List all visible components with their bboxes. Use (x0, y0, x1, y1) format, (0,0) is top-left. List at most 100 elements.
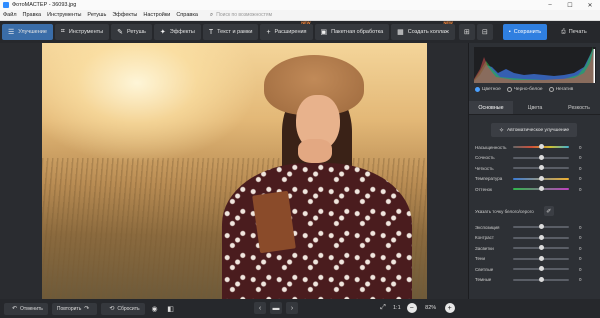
plus-icon: + (447, 304, 452, 312)
slider-row: Насыщенность 0 (475, 143, 597, 151)
slider-handle[interactable] (538, 186, 544, 191)
minus-icon: − (409, 304, 414, 312)
zoom-controls: ⤢ 1:1 − 82% + (377, 302, 461, 314)
slider-track[interactable] (513, 276, 569, 282)
slider-track[interactable] (513, 245, 569, 250)
zoom-in-button[interactable]: + (444, 303, 455, 313)
next-image-button[interactable]: › (286, 302, 298, 314)
actual-size-button[interactable]: 1:1 (393, 305, 401, 311)
slider-track[interactable] (513, 175, 569, 181)
slider-track[interactable] (513, 154, 569, 160)
tab-text-frames[interactable]: T Текст и рамки (202, 24, 259, 40)
fit-to-screen-button[interactable]: ⤢ (377, 302, 389, 314)
tab-effects[interactable]: ✦ Эффекты (153, 24, 201, 40)
eyedropper-button[interactable]: ✐ (543, 206, 554, 216)
print-icon: ⎙ (561, 28, 566, 35)
menu-help[interactable]: Справка (176, 12, 198, 18)
compare-icon: ⊞ (463, 29, 470, 36)
menu-tools[interactable]: Инструменты (47, 12, 81, 18)
before-after-button[interactable]: ◧ (165, 303, 177, 315)
feature-search[interactable]: ⌕ Поиск по возможностям (210, 12, 272, 19)
slider-label: Оттенок (475, 186, 493, 192)
color-mode-bw[interactable]: Черно-белое (506, 87, 543, 92)
zoom-out-button[interactable]: − (406, 303, 417, 313)
tab-tools[interactable]: ⌗ Инструменты (54, 24, 110, 40)
tab-label: Расширения (274, 29, 307, 35)
minimize-button[interactable]: – (540, 2, 560, 9)
slider-value: 0 (579, 224, 582, 230)
slider-label: Четкость (475, 165, 494, 171)
toolbar-tabs: ☰ Улучшение ⌗ Инструменты ✎ Ретушь ✦ Эффекты T Те… (2, 20, 457, 40)
prev-image-button[interactable]: ‹ (254, 302, 266, 314)
slider-handle[interactable] (538, 234, 544, 240)
print-label: Печать (568, 29, 587, 35)
slider-handle[interactable] (538, 255, 544, 261)
slider-handle[interactable] (538, 154, 544, 160)
folder-icon: ▬ (272, 304, 280, 312)
print-button[interactable]: ⎙ Печать (551, 24, 597, 40)
color-mode-group: Цветное Черно-белое Негатив (475, 87, 573, 92)
menu-effects[interactable]: Эффекты (112, 12, 137, 18)
slider-row: Экспозиция 0 (475, 223, 597, 231)
close-button[interactable]: ✕ (580, 2, 600, 9)
tab-extensions[interactable]: + Расширения NEW (260, 20, 313, 40)
slider-track[interactable] (513, 234, 569, 240)
slider-value: 0 (579, 256, 582, 261)
slider-handle[interactable] (538, 245, 544, 250)
menu-settings[interactable]: Настройки (143, 12, 170, 18)
slider-handle[interactable] (538, 175, 544, 181)
slider-value: 0 (579, 144, 582, 150)
undo-button[interactable]: ↶ Отменить (4, 302, 48, 315)
new-badge: NEW (301, 20, 311, 25)
slider-handle[interactable] (538, 276, 544, 282)
compare-view-button[interactable]: ⊞ (458, 24, 475, 40)
save-label: Сохранить (513, 29, 542, 35)
slider-row: Сочность 0 (475, 154, 597, 162)
maximize-button[interactable]: ☐ (560, 2, 580, 9)
open-folder-button[interactable]: ▬ (270, 302, 282, 314)
slider-value: 0 (579, 165, 582, 171)
slider-handle[interactable] (538, 224, 544, 229)
reset-button[interactable]: ⟲ Сбросить (101, 302, 145, 315)
layout-toggle-button[interactable]: ⊟ (476, 24, 493, 40)
menu-retouch[interactable]: Ретушь (87, 12, 106, 18)
tab-label: Текст и рамки (217, 29, 253, 35)
color-mode-color[interactable]: Цветное (475, 87, 501, 92)
tab-retouch[interactable]: ✎ Ретушь (111, 24, 152, 40)
tab-batch[interactable]: ▣ Пакетная обработка (314, 24, 390, 40)
menu-edit[interactable]: Правка (23, 12, 42, 18)
tab-collage[interactable]: ▦ Создать коллаж NEW (391, 20, 455, 40)
redo-button[interactable]: Повторить ↷ (51, 302, 98, 315)
eyedropper-icon: ✐ (546, 208, 552, 215)
menu-file[interactable]: Файл (3, 12, 17, 18)
tab-sharpness[interactable]: Резкость (557, 101, 600, 114)
slider-row: Темные 0 (475, 276, 597, 284)
radio-icon (506, 87, 512, 92)
color-mode-negative[interactable]: Негатив (548, 87, 573, 92)
window-controls: – ☐ ✕ (540, 2, 600, 9)
slider-track[interactable] (513, 186, 569, 191)
slider-handle[interactable] (538, 266, 544, 271)
preview-toggle-button[interactable]: ◉ (149, 303, 161, 315)
layout-icon: ⊟ (481, 29, 488, 36)
slider-track[interactable] (513, 255, 569, 261)
tab-basic[interactable]: Основные (469, 101, 513, 114)
slider-label: Светлые (475, 266, 494, 272)
slider-track[interactable] (513, 224, 569, 229)
slider-track[interactable] (513, 266, 569, 271)
tab-colors[interactable]: Цвета (513, 101, 557, 114)
save-button[interactable]: ▪ Сохранить (503, 24, 547, 40)
chevron-right-icon: › (290, 304, 294, 312)
slider-track[interactable] (513, 165, 569, 170)
slider-handle[interactable] (538, 165, 544, 170)
slider-track[interactable] (513, 144, 569, 149)
tab-label: Улучшение (18, 29, 47, 35)
sparkle-icon: ✦ (159, 29, 166, 36)
tab-enhance[interactable]: ☰ Улучшение (2, 24, 53, 40)
slider-handle[interactable] (538, 144, 544, 149)
photo-preview[interactable] (42, 43, 427, 299)
auto-enhance-button[interactable]: ✧ Автоматическое улучшение (491, 123, 577, 137)
radio-icon (475, 87, 480, 92)
search-icon: ⌕ (209, 11, 214, 18)
search-placeholder[interactable]: Поиск по возможностям (216, 12, 272, 18)
